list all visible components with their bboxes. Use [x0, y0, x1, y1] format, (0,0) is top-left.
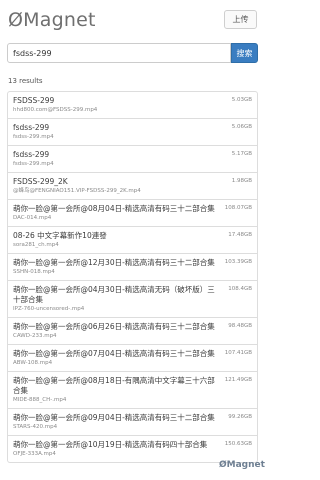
footer-logo[interactable]: ØMagnet: [219, 460, 265, 470]
results-count: 13 results: [8, 77, 43, 85]
result-title[interactable]: 萌你一脸@第一会所@08月04日-精选高清有码三十二部合集: [13, 204, 221, 214]
result-title[interactable]: 萌你一脸@第一会所@08月18日-有隅高清中文字幕三十六部合集: [13, 376, 221, 396]
result-size: 1.98GB: [231, 178, 252, 184]
result-title[interactable]: fsdss-299: [13, 150, 221, 160]
result-title[interactable]: FSDSS-299: [13, 96, 221, 106]
site-logo[interactable]: ØMagnet: [8, 9, 96, 31]
result-item[interactable]: 萌你一脸@第一会所@07月04日-精选高清有码三十二部合集 ABW-108.mp4…: [7, 345, 258, 372]
result-item[interactable]: 萌你一脸@第一会所@09月04日-精选高清有码三十二部合集 STARS-420.m…: [7, 409, 258, 436]
result-file-name: @蜂鸟@FENGNIAO151.VIP-FSDSS-299_2K.mp4: [13, 188, 141, 194]
result-size: 5.03GB: [231, 97, 252, 103]
result-title[interactable]: 萌你一脸@第一会所@09月04日-精选高清有码三十二部合集: [13, 413, 221, 423]
result-title[interactable]: FSDSS-299_2K: [13, 177, 221, 187]
result-item[interactable]: 萌你一脸@第一会所@08月04日-精选高清有码三十二部合集 DAC-014.mp4…: [7, 200, 258, 227]
result-item[interactable]: FSDSS-299 hhd800.com@FSDSS-299.mp4 5.03GB: [7, 91, 258, 119]
result-file-name: sora281_ch.mp4: [13, 242, 59, 248]
result-item[interactable]: 萌你一脸@第一会所@04月30日-精选高清无码（破坏版）三十部合集 IPZ-760…: [7, 281, 258, 318]
result-file-name: hhd800.com@FSDSS-299.mp4: [13, 107, 98, 113]
result-title[interactable]: 萌你一脸@第一会所@10月19日-精选高清有码四十部合集: [13, 440, 221, 450]
result-item[interactable]: 08-26 中文字幕新作10連發 sora281_ch.mp4 17.48GB: [7, 227, 258, 254]
result-size: 108.07GB: [224, 205, 252, 211]
result-size: 107.41GB: [224, 350, 252, 356]
result-file-name: CAWD-233.mp4: [13, 333, 57, 339]
result-size: 99.26GB: [228, 414, 252, 420]
result-title[interactable]: 萌你一脸@第一会所@04月30日-精选高清无码（破坏版）三十部合集: [13, 285, 221, 305]
result-item[interactable]: FSDSS-299_2K @蜂鸟@FENGNIAO151.VIP-FSDSS-29…: [7, 173, 258, 200]
result-file-name: STARS-420.mp4: [13, 424, 58, 430]
result-item[interactable]: fsdss-299 fsdss-299.mp4 5.06GB: [7, 119, 258, 146]
result-item[interactable]: 萌你一脸@第一会所@06月26日-精选高清有码三十二部合集 CAWD-233.mp…: [7, 318, 258, 345]
result-file-name: fsdss-299.mp4: [13, 161, 54, 167]
search-bar: 搜索: [7, 43, 258, 63]
result-file-name: OFJE-333A.mp4: [13, 451, 56, 457]
result-file-name: fsdss-299.mp4: [13, 134, 54, 140]
result-title[interactable]: fsdss-299: [13, 123, 221, 133]
result-size: 98.48GB: [228, 323, 252, 329]
result-item[interactable]: 萌你一脸@第一会所@10月19日-精选高清有码四十部合集 OFJE-333A.mp…: [7, 436, 258, 463]
result-file-name: SSHN-018.mp4: [13, 269, 55, 275]
result-size: 121.49GB: [224, 377, 252, 383]
result-size: 108.4GB: [228, 286, 252, 292]
result-size: 103.39GB: [224, 259, 252, 265]
result-item[interactable]: 萌你一脸@第一会所@12月30日-精选高清有码三十二部合集 SSHN-018.mp…: [7, 254, 258, 281]
result-file-name: ABW-108.mp4: [13, 360, 53, 366]
result-title[interactable]: 萌你一脸@第一会所@06月26日-精选高清有码三十二部合集: [13, 322, 221, 332]
search-button[interactable]: 搜索: [231, 43, 258, 63]
result-item[interactable]: 萌你一脸@第一会所@08月18日-有隅高清中文字幕三十六部合集 MIDE-888_…: [7, 372, 258, 409]
result-size: 150.63GB: [224, 441, 252, 447]
result-title[interactable]: 萌你一脸@第一会所@07月04日-精选高清有码三十二部合集: [13, 349, 221, 359]
result-item[interactable]: fsdss-299 fsdss-299.mp4 5.17GB: [7, 146, 258, 173]
header: ØMagnet 上传: [0, 0, 265, 40]
result-file-name: MIDE-888_CH-.mp4: [13, 397, 67, 403]
result-size: 5.06GB: [231, 124, 252, 130]
result-file-name: IPZ-760-uncensored-.mp4: [13, 306, 85, 312]
search-input[interactable]: [7, 43, 231, 63]
results-list: FSDSS-299 hhd800.com@FSDSS-299.mp4 5.03GB f…: [7, 91, 258, 463]
result-title[interactable]: 08-26 中文字幕新作10連發: [13, 231, 221, 241]
result-size: 5.17GB: [231, 151, 252, 157]
result-size: 17.48GB: [228, 232, 252, 238]
result-file-name: DAC-014.mp4: [13, 215, 52, 221]
result-title[interactable]: 萌你一脸@第一会所@12月30日-精选高清有码三十二部合集: [13, 258, 221, 268]
upload-button[interactable]: 上传: [224, 10, 257, 29]
